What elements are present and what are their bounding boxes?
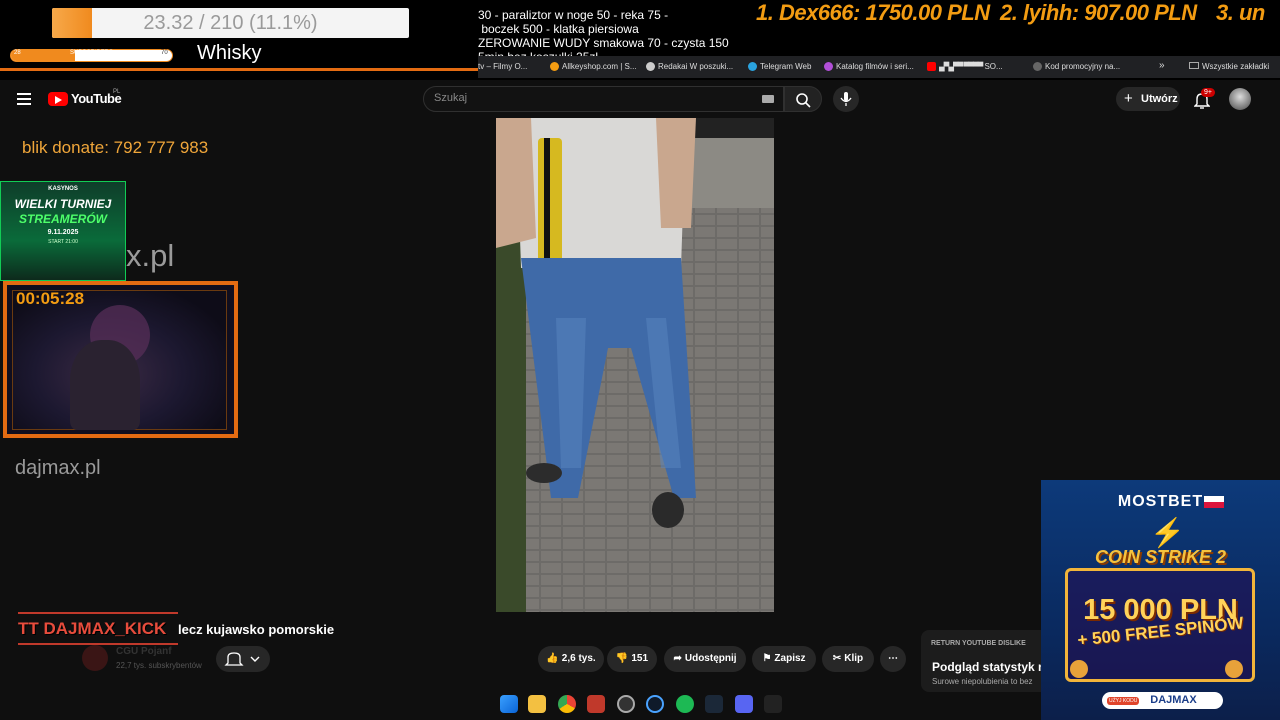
scissors-icon: ✂ [832, 653, 842, 664]
region-code: PL [113, 89, 121, 95]
folder-icon [1189, 62, 1199, 69]
app2-icon[interactable] [764, 695, 782, 713]
create-button[interactable]: + Utwórz [1116, 87, 1180, 111]
bookmark-item[interactable]: Allkeyshop.com | S... [550, 62, 637, 71]
windows-icon[interactable] [500, 695, 518, 713]
tournament-title: WIELKI TURNIEJ [14, 197, 112, 211]
menu-icon[interactable] [17, 93, 31, 105]
search-input[interactable] [423, 86, 784, 112]
leaderboard-entry-1: 1. Dex666: 1750.00 PLN [756, 0, 990, 25]
tt-underline-top [18, 612, 178, 614]
keyboard-icon[interactable] [762, 95, 774, 103]
spotify-icon[interactable] [676, 695, 694, 713]
subscriber-goal-target: 70 [161, 50, 168, 56]
bookmark-item[interactable]: Katalog filmów i seri... [824, 62, 914, 71]
browser-icon[interactable] [646, 695, 664, 713]
tiktok-kick-label: TT DAJMAX_KICK [18, 619, 167, 638]
overlay-whisky-label: Whisky [197, 42, 262, 64]
channel-name[interactable]: CGU Pojanf [116, 646, 172, 657]
youtube-icon [927, 62, 936, 71]
notification-count-badge: 9+ [1201, 88, 1215, 97]
voice-search-button[interactable] [833, 86, 859, 112]
channel-subscribers: 22,7 tys. subskrybentów [116, 661, 202, 670]
mostbet-logo: MOSTBET [1117, 493, 1204, 510]
plus-icon: + [1124, 90, 1133, 107]
return-dislike-subtitle: Surowe niepolubienia to bez [932, 677, 1033, 686]
donation-menu-line: boczek 500 - klatka piersiowa [478, 22, 639, 36]
site-partial-text: x.pl [126, 238, 175, 273]
share-button[interactable]: ➦ Udostępnij [664, 646, 746, 672]
clip-button[interactable]: ✂ Klip [822, 646, 874, 672]
tournament-subtitle: STREAMERÓW [19, 212, 107, 226]
thumbs-down-icon: 👎 [615, 653, 629, 664]
ad-code-label: UŻYJ KODU [1107, 697, 1140, 705]
site-text: dajmax.pl [15, 457, 101, 479]
bookmark-item[interactable]: Telegram Web [748, 62, 811, 71]
bookmark-icon [550, 62, 559, 71]
video-player[interactable] [496, 118, 774, 612]
bookmark-item[interactable]: ▄▀▄▀▀ ▀▀▀▀ SO... [927, 62, 1003, 71]
video-frame [496, 118, 774, 612]
tournament-date: 9.11.2025 [47, 229, 79, 236]
bookmark-item[interactable]: tv – Filmy O... [478, 62, 527, 71]
bell-icon [224, 652, 260, 666]
search-button[interactable] [784, 86, 822, 112]
overlay-divider [0, 68, 480, 71]
return-dislike-title: Podgląd statystyk ni [932, 660, 1049, 674]
dislike-button[interactable]: 👎 151 [607, 646, 657, 672]
return-dislike-badge: RETURN YOUTUBE DISLIKE [931, 640, 1026, 647]
share-icon: ➦ [673, 653, 682, 664]
tournament-time: START 21:00 [48, 239, 78, 245]
obs-icon[interactable] [617, 695, 635, 713]
telegram-icon [748, 62, 757, 71]
leaderboard-entry-3: 3. un [1216, 0, 1265, 25]
app-icon[interactable] [587, 695, 605, 713]
bookmark-item[interactable]: Redakai W poszuki... [646, 62, 733, 71]
webcam-person [70, 340, 140, 430]
bookmark-icon [824, 62, 833, 71]
video-title: lecz kujawsko pomorskie [178, 622, 335, 637]
files-icon[interactable] [528, 695, 546, 713]
subscriber-goal-current: 28 [14, 50, 21, 56]
discord-icon[interactable] [735, 695, 753, 713]
subscription-bell-button[interactable] [216, 646, 270, 672]
bookmark-icon [646, 62, 655, 71]
more-actions-button[interactable]: ⋯ [880, 646, 906, 672]
bookmarks-bar: tv – Filmy O... Allkeyshop.com | S... Re… [478, 56, 1280, 78]
chrome-icon[interactable] [558, 695, 576, 713]
lightning-icon: ⚡ [1150, 517, 1185, 548]
chevron-right-icon[interactable]: » [1159, 60, 1165, 71]
bookmark-item[interactable]: Kod promocyjny na... [1033, 62, 1120, 71]
donation-goal-text: 23.32 / 210 (11.1%) [143, 12, 318, 34]
coin-icon [1225, 660, 1243, 678]
channel-avatar[interactable] [82, 645, 108, 671]
steam-icon[interactable] [705, 695, 723, 713]
subscriber-goal-label: SUBSCRIBERS [70, 50, 114, 56]
create-button-label: Utwórz [1141, 93, 1178, 105]
like-button[interactable]: 👍 2,6 tys. [538, 646, 604, 672]
ad-game-title: COIN STRIKE 2 [1094, 547, 1227, 567]
stream-timer: 00:05:28 [16, 289, 85, 308]
thumbs-up-icon: 👍 [546, 653, 559, 664]
donation-menu-line: 30 - paraliztor w noge 50 - reka 75 - [478, 8, 669, 22]
tournament-brand: KASYNOS [48, 186, 78, 192]
account-avatar[interactable] [1229, 88, 1251, 110]
bookmark-icon: ⚑ [762, 653, 772, 664]
play-triangle-icon [55, 96, 62, 104]
donation-goal-bar: 23.32 / 210 (11.1%) [52, 8, 409, 38]
redacted-text: ▄▀▄▀▀ ▀▀▀▀ [939, 62, 983, 71]
poland-flag-icon [1204, 496, 1224, 508]
more-icon: ⋯ [888, 653, 898, 664]
donation-menu-line: ZEROWANIE WUDY smakowa 70 - czysta 150 [478, 36, 729, 50]
bookmark-icon [1033, 62, 1042, 71]
save-button[interactable]: ⚑ Zapisz [752, 646, 816, 672]
bookmark-folder-all[interactable]: Wszystkie zakładki [1189, 62, 1269, 71]
blik-donate-text: blik donate: 792 777 983 [22, 138, 209, 157]
leaderboard-entry-2: 2. lyihh: 907.00 PLN [1000, 0, 1197, 25]
microphone-icon [840, 92, 852, 106]
search-icon [796, 93, 811, 108]
coin-icon [1070, 660, 1088, 678]
search-placeholder: Szukaj [434, 92, 468, 104]
